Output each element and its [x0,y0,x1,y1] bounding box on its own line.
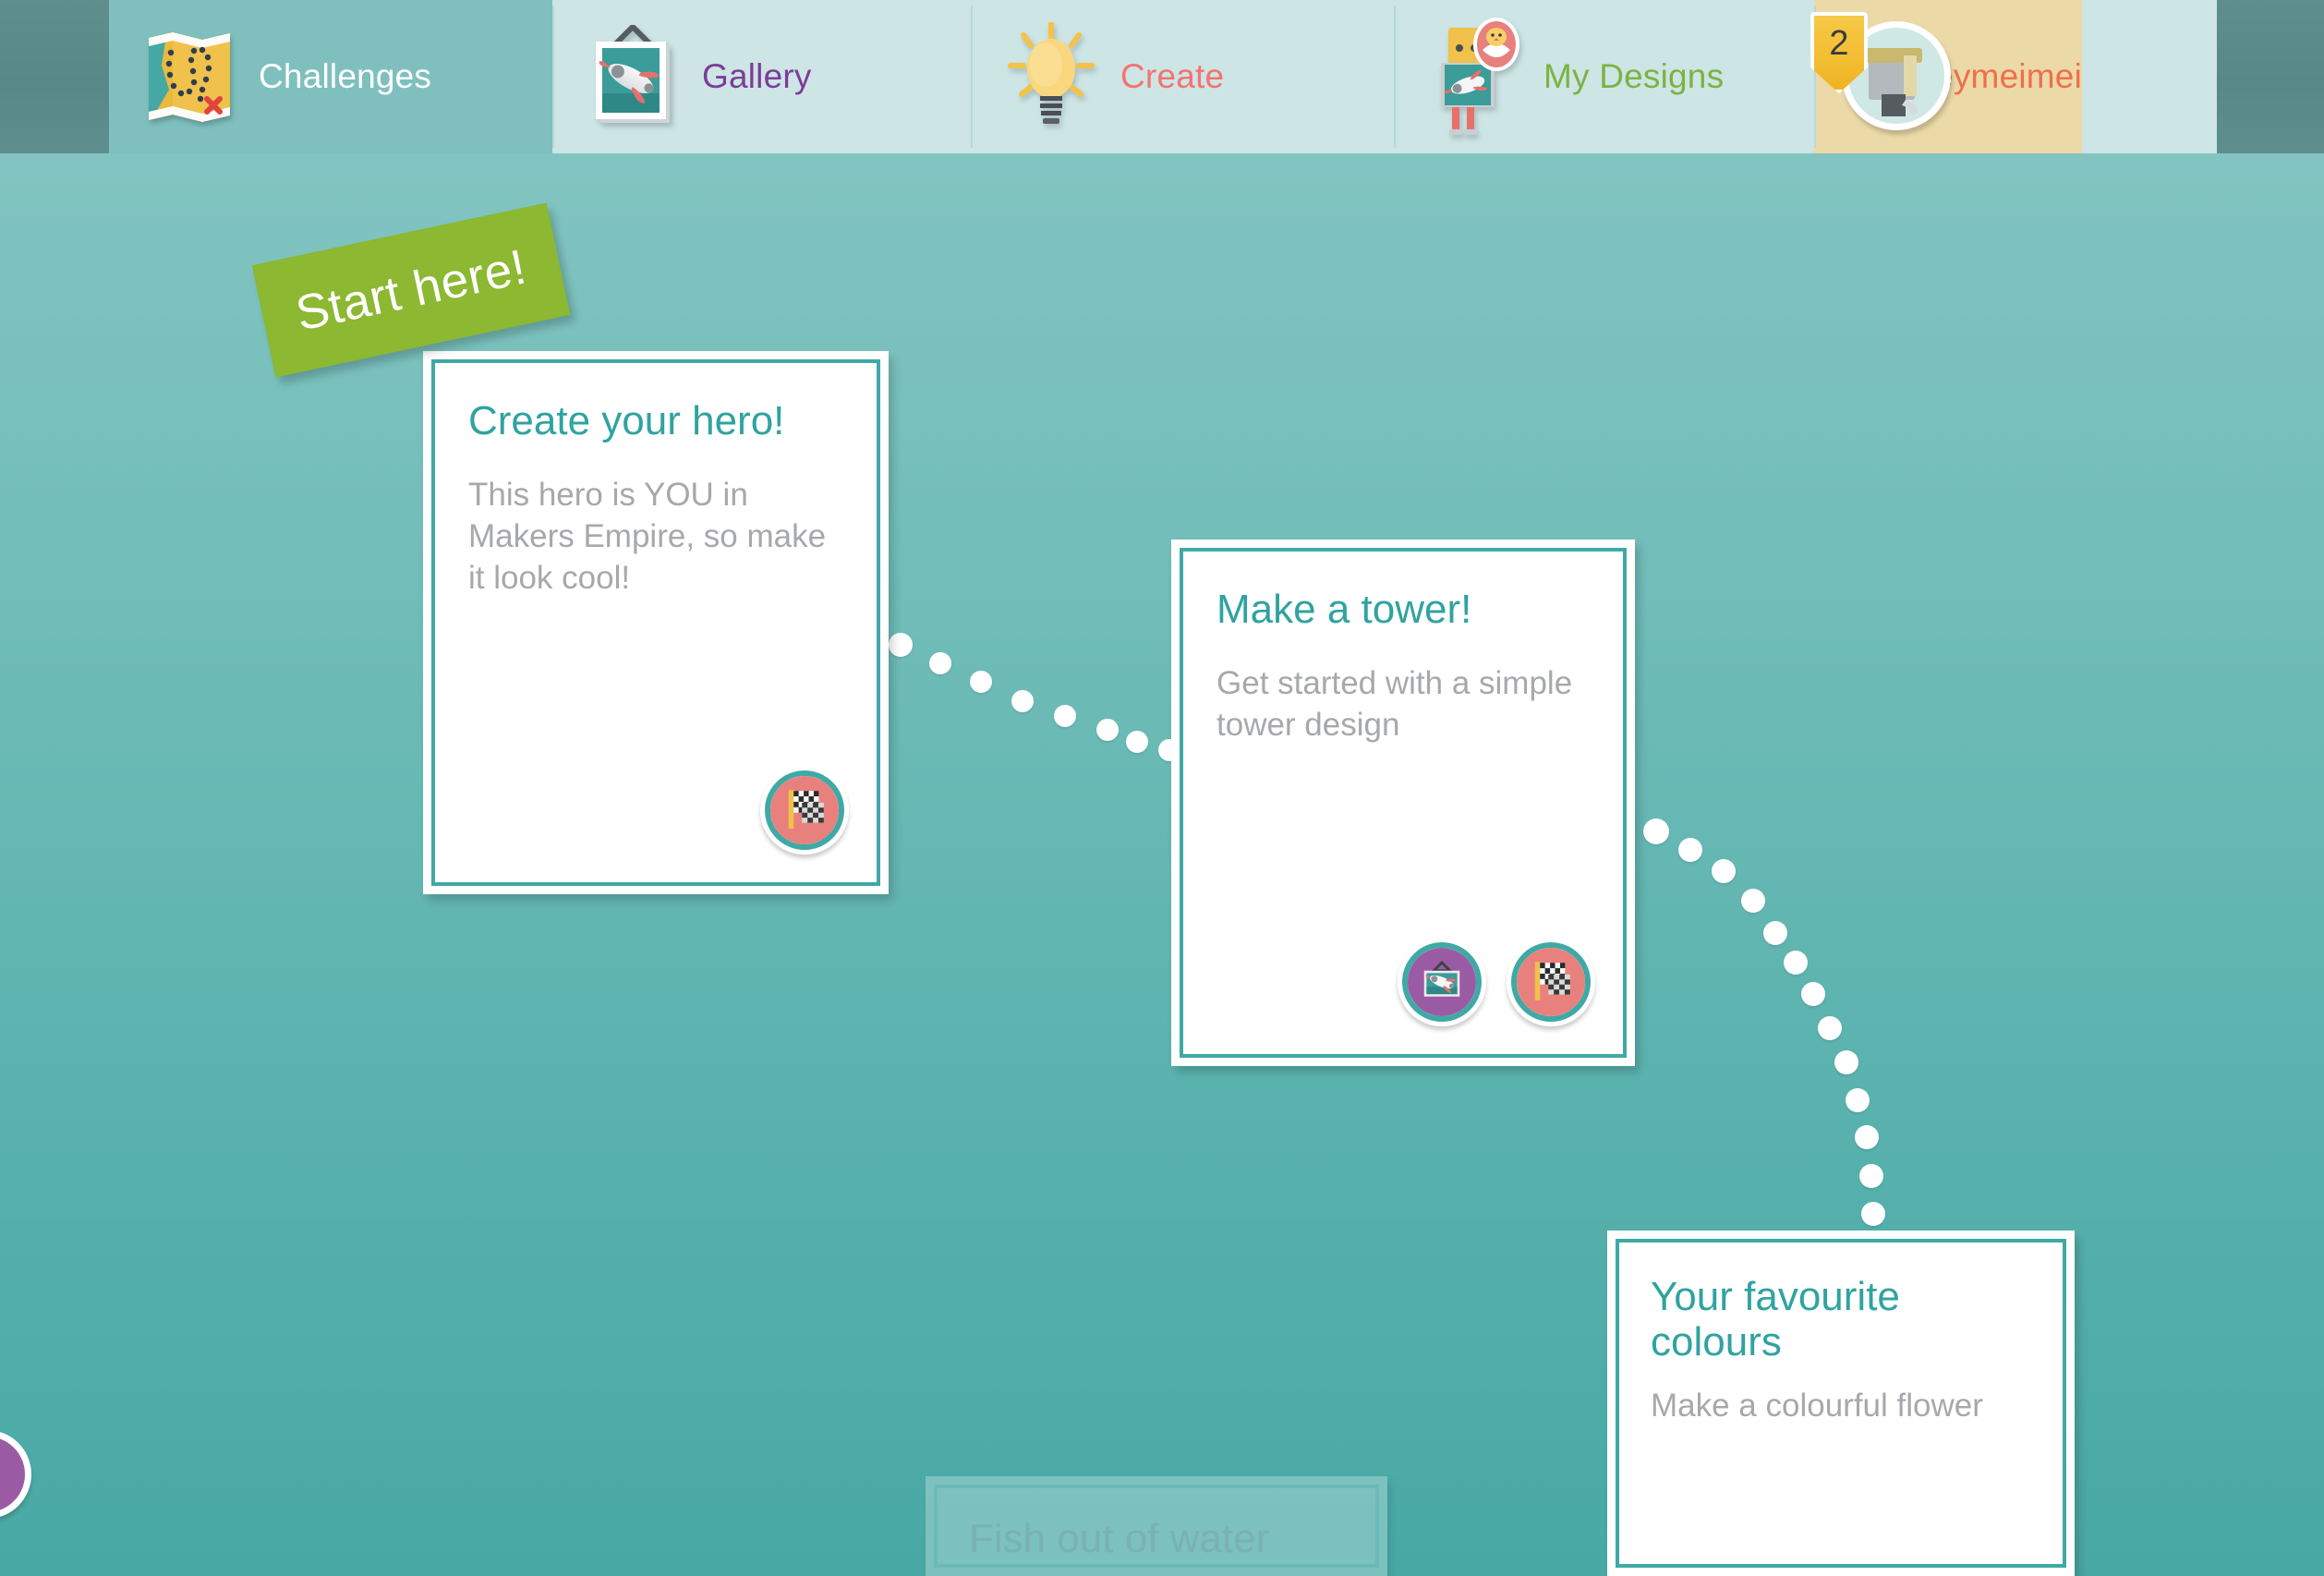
trail-dot [929,652,951,674]
trail-dot [1054,705,1076,727]
trail-dot [1859,1164,1883,1188]
card-title: Your favourite colours [1651,1274,1900,1365]
nav-tab-challenges-label: Challenges [259,57,432,95]
nav-tab-my-designs-label: My Designs [1543,57,1725,95]
robot-avatar-icon [1420,18,1529,135]
nav-tab-create-label: Create [1120,57,1225,95]
start-here-label: Start here! [291,238,531,342]
nav-tab-user-profile[interactable]: 2 ripleymeimei [1810,0,2082,153]
trail-dot [1126,731,1148,753]
card-description: Get started with a simple tower design [1216,665,1573,744]
framed-picture-icon [578,22,687,131]
top-navigation-bar: Challenges Gallery Create My Designs 2 r… [0,0,2324,153]
checkered-flag-badge[interactable] [760,766,849,855]
trail-dot [1818,1016,1842,1040]
checkered-flag-badge[interactable] [1507,938,1595,1026]
nav-tab-challenges[interactable]: Challenges [109,0,552,153]
card-title: Fish out of water [969,1516,1270,1561]
trail-dot [970,671,992,693]
gallery-badge[interactable] [1398,938,1486,1026]
trail-dot [1011,690,1034,712]
nav-tab-create[interactable]: Create [971,0,1394,153]
trail-dot [1834,1050,1858,1074]
trail-dot [1741,889,1765,913]
lightbulb-icon [997,22,1106,131]
nav-tab-gallery-label: Gallery [702,57,812,95]
trail-dot [1846,1088,1870,1112]
trail-dot [1096,719,1119,741]
nav-right-edge [2217,0,2324,153]
nav-left-edge [0,0,109,153]
user-avatar-icon[interactable]: 2 [1810,12,1951,138]
trail-dot [1855,1125,1879,1149]
card-title: Make a tower! [1216,587,1472,632]
trail-dot [1801,982,1825,1006]
nav-tab-my-designs[interactable]: My Designs [1394,0,1814,153]
trail-dot [889,633,913,657]
trail-dot [1712,859,1736,883]
card-title: Create your hero! [468,398,785,443]
card-description: Make a colourful flower [1651,1387,1983,1424]
nav-tab-filler [2082,0,2217,153]
challenges-map-screen: Challenges Gallery Create My Designs 2 r… [0,0,2324,1576]
challenge-card-fish-out-of-water-locked[interactable]: Fish out of water [926,1476,1387,1576]
trail-dot [1861,1202,1885,1226]
trail-dot [1643,818,1669,844]
card-badge-row [1398,938,1595,1026]
trail-dot [1763,921,1787,945]
card-badge-row [760,766,849,855]
card-description: This hero is YOU in Makers Empire, so ma… [468,477,827,596]
offscreen-gallery-badge [0,1430,31,1519]
trail-dot [1784,951,1808,975]
challenge-card-your-favourite-colours[interactable]: Your favourite colours Make a colourful … [1607,1230,2075,1576]
challenge-card-create-your-hero[interactable]: Create your hero! This hero is YOU in Ma… [423,351,889,894]
treasure-map-icon [135,22,244,131]
challenge-card-make-a-tower[interactable]: Make a tower! Get started with a simple … [1171,539,1635,1066]
nav-tab-gallery[interactable]: Gallery [552,0,971,153]
trail-dot [1678,838,1702,862]
